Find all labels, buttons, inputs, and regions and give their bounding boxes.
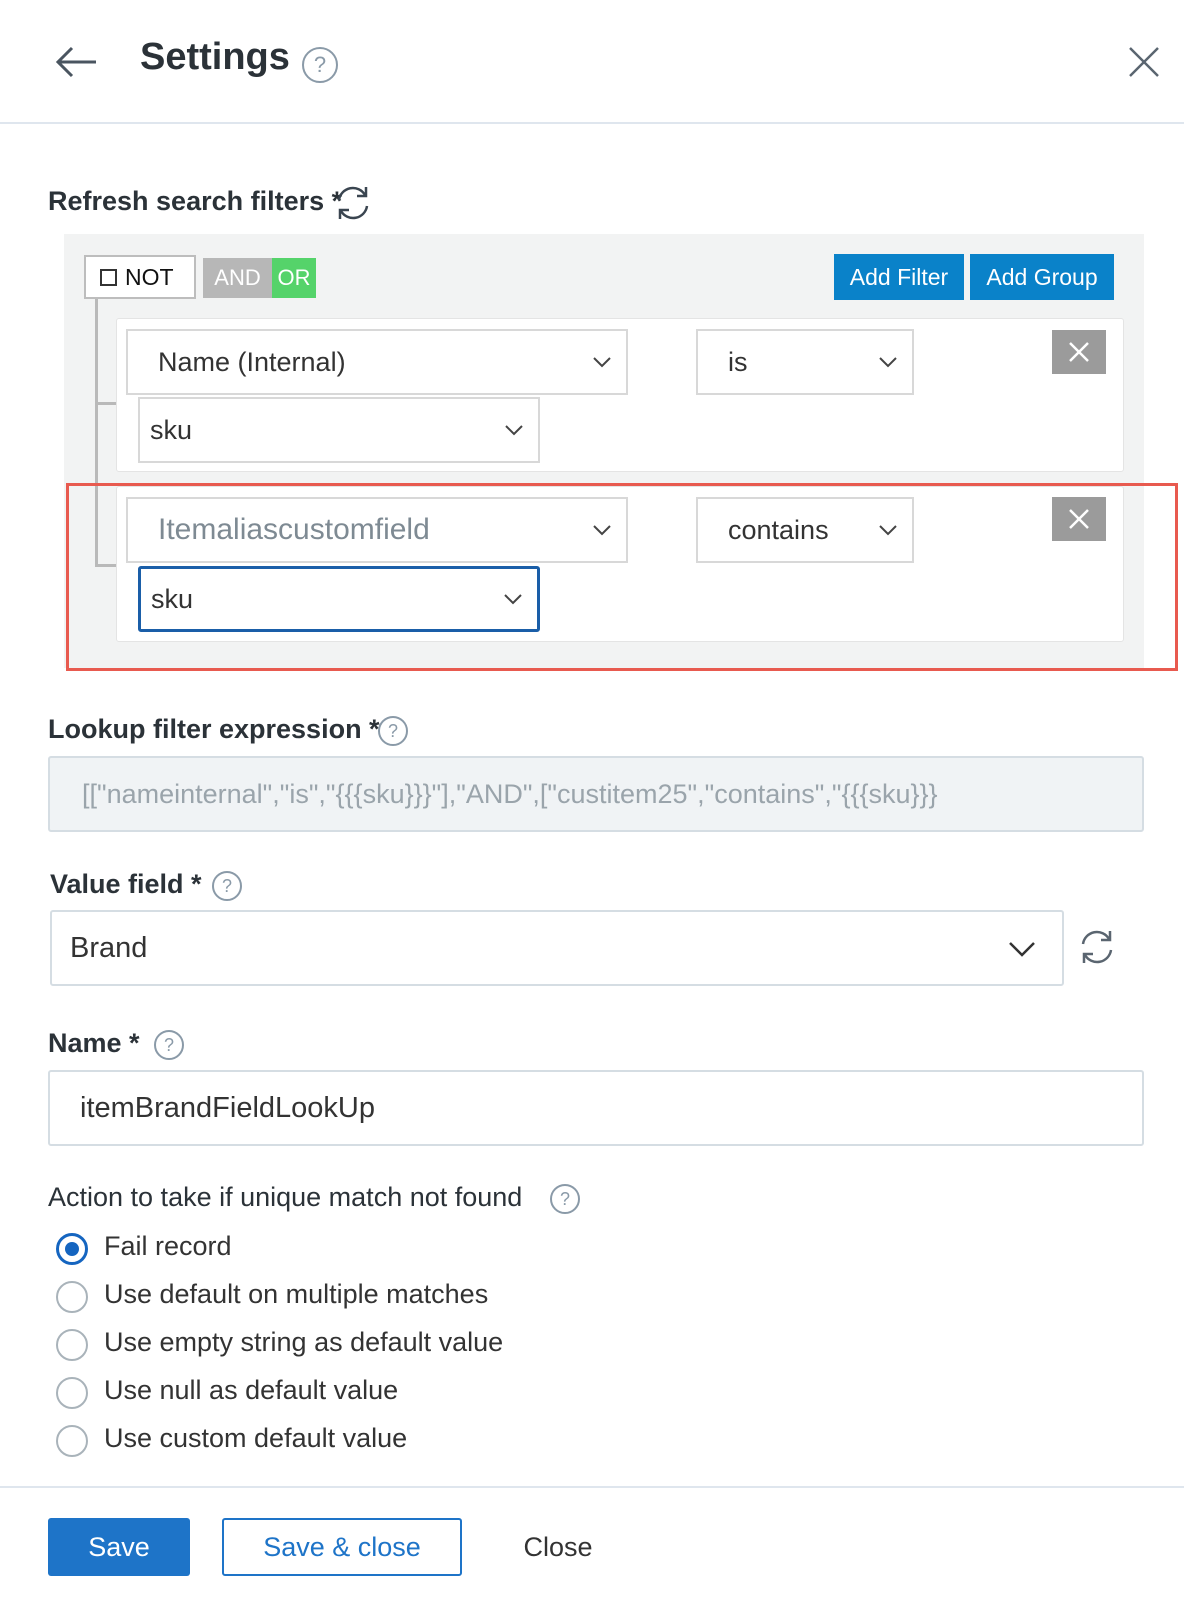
refresh-icon[interactable] <box>1076 926 1118 968</box>
radio-button[interactable] <box>56 1329 88 1361</box>
or-button[interactable]: OR <box>272 258 316 298</box>
filters-label: Refresh search filters * <box>48 186 343 216</box>
chevron-down-icon <box>879 525 897 536</box>
rule-value: sku <box>150 415 193 445</box>
value-field-label: Value field * <box>50 869 202 899</box>
not-checkbox[interactable] <box>100 269 117 286</box>
add-filter-button[interactable]: Add Filter <box>834 254 964 300</box>
chevron-down-icon <box>879 357 897 368</box>
radio-button[interactable] <box>56 1377 88 1409</box>
radio-button[interactable] <box>56 1281 88 1313</box>
action-label: Action to take if unique match not found <box>48 1182 523 1212</box>
not-toggle[interactable]: NOT <box>84 255 196 299</box>
help-icon[interactable]: ? <box>550 1184 580 1214</box>
value-field-selected: Brand <box>70 932 148 964</box>
add-group-button[interactable]: Add Group <box>970 254 1114 300</box>
radio-button[interactable] <box>56 1425 88 1457</box>
remove-rule-button[interactable] <box>1052 497 1106 541</box>
rule-value-select[interactable]: sku <box>138 397 540 463</box>
refresh-filters-icon[interactable] <box>332 182 374 224</box>
radio-label: Use default on multiple matches <box>104 1279 489 1309</box>
name-input[interactable] <box>48 1070 1144 1146</box>
rule-operator-value: is <box>728 347 748 377</box>
radio-button[interactable] <box>56 1233 88 1265</box>
help-icon[interactable]: ? <box>378 716 408 746</box>
page-title: Settings <box>140 36 290 78</box>
save-button[interactable]: Save <box>48 1518 190 1576</box>
name-label: Name * <box>48 1028 140 1058</box>
rule-field-select[interactable]: Name (Internal) <box>126 329 628 395</box>
radio-label: Use null as default value <box>104 1375 399 1405</box>
chevron-down-icon <box>593 357 611 368</box>
radio-label: Use custom default value <box>104 1423 408 1453</box>
rule-operator-select[interactable]: is <box>696 329 914 395</box>
rule-field-value: Itemaliascustomfield <box>158 513 430 546</box>
rule-value-select[interactable]: sku <box>138 566 540 632</box>
chevron-down-icon <box>1009 942 1035 957</box>
help-icon[interactable]: ? <box>212 871 242 901</box>
chevron-down-icon <box>504 594 522 605</box>
lookup-expression-field: [["nameinternal","is","{{{sku}}}"],"AND"… <box>48 756 1144 832</box>
value-field-select[interactable]: Brand <box>50 910 1064 986</box>
help-icon[interactable]: ? <box>302 47 338 83</box>
and-button[interactable]: AND <box>203 258 272 298</box>
lookup-label: Lookup filter expression * <box>48 714 380 744</box>
radio-label: Fail record <box>104 1231 232 1261</box>
save-and-close-button[interactable]: Save & close <box>222 1518 462 1576</box>
tree-connector <box>95 299 98 567</box>
rule-field-value: Name (Internal) <box>158 347 346 377</box>
help-icon[interactable]: ? <box>154 1030 184 1060</box>
close-icon[interactable] <box>1126 44 1162 80</box>
chevron-down-icon <box>505 425 523 436</box>
not-label: NOT <box>125 264 174 290</box>
close-icon <box>1069 342 1089 362</box>
close-button[interactable]: Close <box>508 1518 608 1576</box>
rule-field-select[interactable]: Itemaliascustomfield <box>126 497 628 563</box>
close-icon <box>1069 509 1089 529</box>
rule-operator-select[interactable]: contains <box>696 497 914 563</box>
back-arrow-icon[interactable] <box>52 38 100 86</box>
rule-value: sku <box>151 584 194 614</box>
header-bar: Settings ? <box>0 0 1184 124</box>
rule-operator-value: contains <box>728 515 829 545</box>
chevron-down-icon <box>593 525 611 536</box>
radio-label: Use empty string as default value <box>104 1327 504 1357</box>
remove-rule-button[interactable] <box>1052 330 1106 374</box>
